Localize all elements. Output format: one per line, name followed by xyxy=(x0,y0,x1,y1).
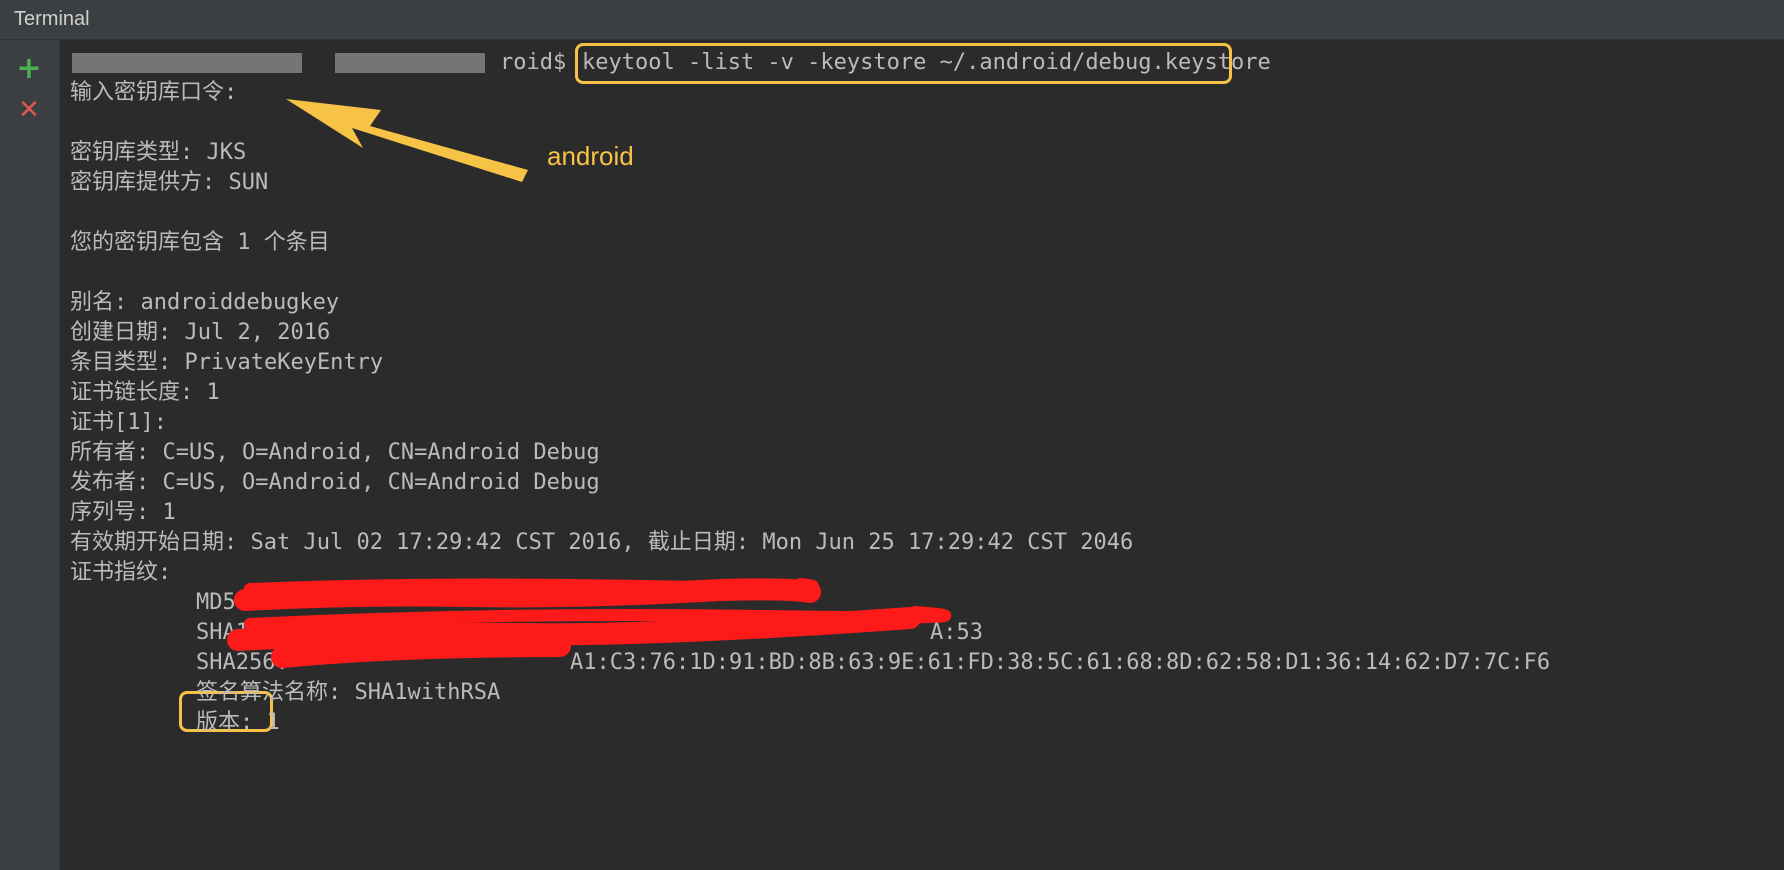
title-bar: Terminal xyxy=(0,0,1784,40)
output-line: 证书指纹: xyxy=(70,560,172,585)
sha1-value-visible: A:53 xyxy=(930,620,983,645)
terminal-toolbar: + ✕ xyxy=(0,40,60,870)
output-line: 发布者: C=US, O=Android, CN=Android Debug xyxy=(70,470,600,495)
plus-icon[interactable]: + xyxy=(14,54,44,84)
output-line: 条目类型: PrivateKeyEntry xyxy=(70,350,384,375)
output-line: 有效期开始日期: Sat Jul 02 17:29:42 CST 2016, 截… xyxy=(70,530,1134,555)
output-line: 您的密钥库包含 1 个条目 xyxy=(70,230,330,255)
close-icon[interactable]: ✕ xyxy=(14,95,44,125)
output-line: 签名算法名称: SHA1withRSA xyxy=(196,680,501,705)
redacted-prompt-user xyxy=(72,53,302,73)
output-line: 证书链长度: 1 xyxy=(70,380,220,405)
redacted-prompt-path xyxy=(335,53,485,73)
output-line: 所有者: C=US, O=Android, CN=Android Debug xyxy=(70,440,600,465)
output-line: 密钥库类型: JKS xyxy=(70,140,247,165)
annotation-label: android xyxy=(547,141,634,171)
command-highlight-box xyxy=(575,43,1232,84)
sha256-label: SHA256: xyxy=(196,650,289,675)
md5-label: MD5: xyxy=(196,590,249,615)
output-line: 输入密钥库口令: xyxy=(70,80,238,105)
output-line: 别名: androiddebugkey xyxy=(70,290,340,315)
sha256-value-visible: A1:C3:76:1D:91:BD:8B:63:9E:61:FD:38:5C:6… xyxy=(570,650,1551,675)
window-title: Terminal xyxy=(14,8,90,30)
prompt-suffix: roid$ xyxy=(500,50,567,75)
output-line: 序列号: 1 xyxy=(70,500,176,525)
sha1-label: SHA1: xyxy=(196,620,263,645)
output-line: 创建日期: Jul 2, 2016 xyxy=(70,320,331,345)
output-line: 版本: 1 xyxy=(196,710,280,735)
terminal-output[interactable]: roid$ keytool -list -v -keystore ~/.andr… xyxy=(60,40,1784,870)
output-line: 密钥库提供方: SUN xyxy=(70,170,269,195)
output-line: 证书[1]: xyxy=(70,410,167,435)
